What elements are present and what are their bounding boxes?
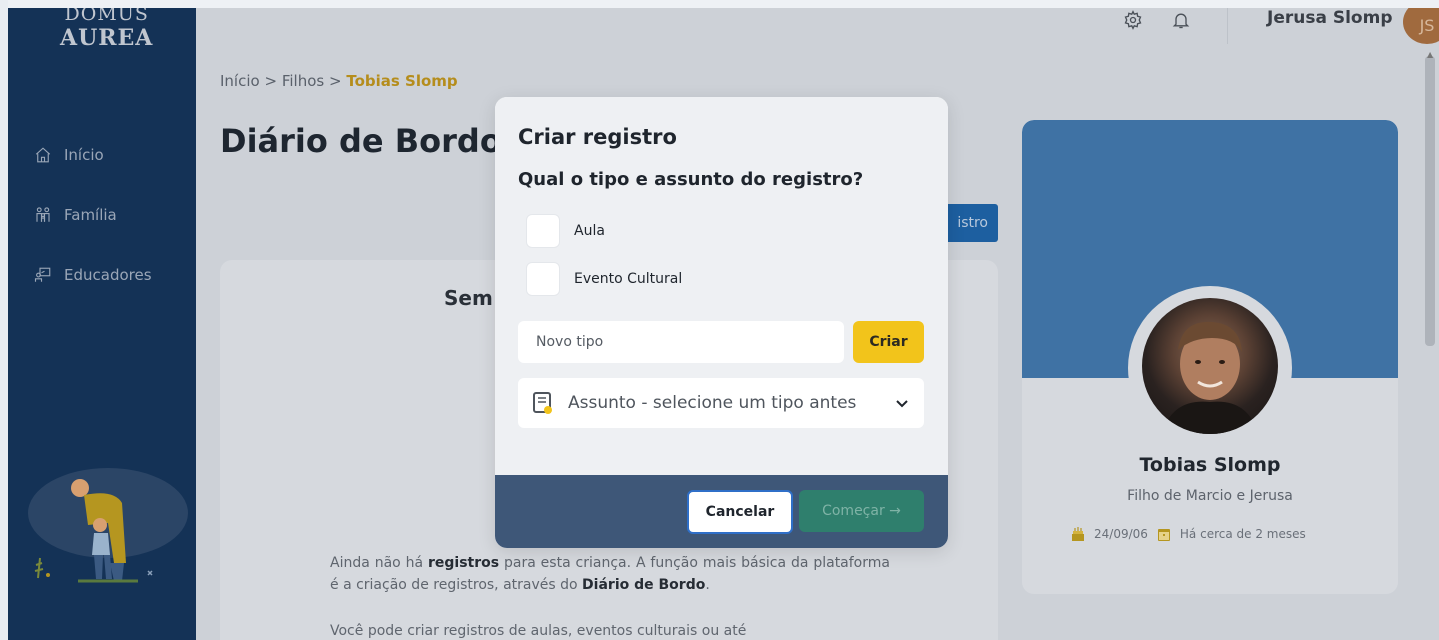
text-bold: Diário de Bordo (582, 577, 706, 593)
new-type-input[interactable] (518, 321, 844, 363)
child-since: Há cerca de 2 meses (1179, 527, 1306, 541)
breadcrumb-separator: > (329, 72, 342, 90)
scroll-up-arrow[interactable]: ▲ (1427, 50, 1433, 59)
sidebar-item-label: Educadores (64, 266, 152, 284)
cancel-button[interactable]: Cancelar (687, 490, 793, 534)
user-name[interactable]: Jerusa Slomp (1267, 8, 1392, 28)
child-birthdate: 24/09/06 (1094, 527, 1148, 541)
create-record-modal: Criar registro Qual o tipo e assunto do … (495, 97, 948, 548)
educators-icon (34, 267, 51, 282)
child-profile-card: Tobias Slomp Filho de Marcio e Jerusa 24… (1022, 120, 1398, 594)
cake-icon (1072, 527, 1084, 541)
evento-cultural-checkbox[interactable] (526, 262, 560, 296)
start-button[interactable]: Começar → (799, 490, 924, 532)
family-icon (36, 207, 50, 222)
sidebar: DOMUS AUREA Início Família Educadores (8, 8, 196, 640)
chevron-down-icon (896, 400, 908, 408)
empty-state-text-2: Você pode criar registros de aulas, even… (330, 623, 747, 639)
sidebar-item-label: Família (64, 206, 117, 224)
option-label: Evento Cultural (574, 271, 683, 287)
modal-body: Criar registro Qual o tipo e assunto do … (495, 97, 948, 475)
child-meta: 24/09/06 Há cerca de 2 meses (1070, 526, 1306, 542)
text-span: . (705, 577, 710, 593)
modal-question: Qual o tipo e assunto do registro? (518, 169, 864, 190)
sidebar-item-inicio[interactable]: Início (34, 146, 104, 164)
option-label: Aula (574, 223, 605, 239)
topbar-divider (1227, 8, 1228, 44)
profile-photo (1142, 298, 1278, 434)
option-aula[interactable]: Aula (526, 214, 605, 248)
logo-line1: DOMUS (64, 8, 149, 25)
breadcrumb: Início > Filhos > Tobias Slomp (220, 72, 458, 90)
text-bold: registros (427, 555, 500, 571)
breadcrumb-section[interactable]: Filhos (282, 72, 324, 90)
aula-checkbox[interactable] (526, 214, 560, 248)
sidebar-item-educadores[interactable]: Educadores (34, 266, 152, 284)
create-type-button[interactable]: Criar (853, 321, 924, 363)
breadcrumb-separator: > (264, 72, 278, 90)
subject-select-value: Assunto - selecione um tipo antes (568, 393, 857, 413)
avatar[interactable]: JS (1403, 8, 1439, 44)
logo-line2: AUREA (60, 25, 154, 51)
window-left-strip (0, 0, 8, 640)
empty-state-text: Ainda não há registros para esta criança… (330, 552, 890, 596)
breadcrumb-home[interactable]: Início (220, 72, 260, 90)
empty-state-title: Sem (444, 286, 493, 310)
modal-title: Criar registro (518, 125, 677, 149)
profile-photo-art (1162, 321, 1258, 434)
topbar: Jerusa Slomp JS (1039, 8, 1439, 48)
text-span: Ainda não há (330, 555, 428, 571)
child-parents: Filho de Marcio e Jerusa (1127, 488, 1293, 504)
home-icon (35, 147, 51, 163)
sidebar-item-familia[interactable]: Família (34, 206, 117, 224)
window-top-strip (0, 0, 1439, 8)
bell-icon[interactable] (1171, 10, 1191, 30)
page-title: Diário de Bordo (220, 122, 502, 160)
option-evento-cultural[interactable]: Evento Cultural (526, 262, 682, 296)
modal-footer: Cancelar Começar → (495, 475, 948, 548)
child-name: Tobias Slomp (1139, 454, 1281, 476)
subject-select[interactable]: Assunto - selecione um tipo antes (518, 378, 924, 428)
gear-icon[interactable] (1123, 10, 1143, 30)
sidebar-item-label: Início (64, 146, 104, 164)
app-logo[interactable]: DOMUS AUREA (60, 8, 153, 50)
parent-child-illustration (28, 468, 188, 583)
notebook-icon (533, 392, 552, 414)
calendar-icon (1157, 529, 1170, 541)
breadcrumb-current: Tobias Slomp (346, 72, 458, 90)
page-scrollbar[interactable] (1425, 56, 1435, 346)
